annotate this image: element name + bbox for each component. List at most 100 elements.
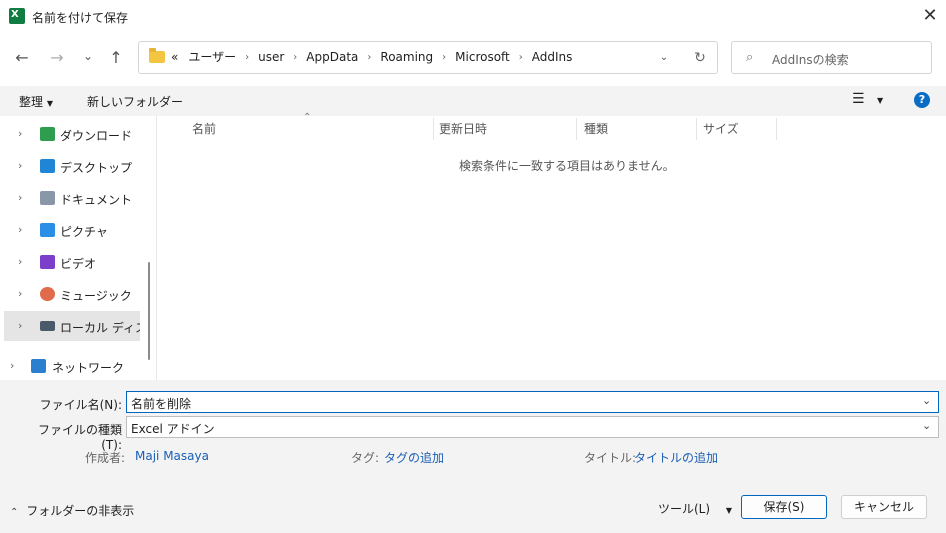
expand-chevron-icon[interactable]: › — [18, 127, 22, 140]
breadcrumb-users[interactable]: ユーザー — [183, 42, 241, 73]
search-box[interactable]: ⌕ AddInsの検索 — [731, 41, 932, 74]
sidebar-scrollbar[interactable] — [145, 116, 156, 380]
close-icon[interactable]: ✕ — [918, 4, 942, 28]
filetype-label: ファイルの種類(T): — [37, 423, 122, 452]
expand-chevron-icon[interactable]: › — [18, 159, 22, 172]
column-divider[interactable] — [696, 118, 697, 140]
up-arrow-icon[interactable]: ↑ — [104, 46, 128, 70]
title-bar: 名前を付けて保存 ✕ — [0, 0, 946, 33]
filename-dropdown-chevron-icon[interactable]: ⌄ — [922, 394, 931, 407]
breadcrumb-overflow[interactable]: « — [169, 42, 183, 73]
address-dropdown-chevron-icon[interactable]: ⌄ — [654, 48, 674, 68]
view-dropdown-arrow-icon[interactable]: ▼ — [877, 96, 883, 105]
pane-divider[interactable] — [156, 116, 157, 380]
expand-chevron-icon[interactable]: › — [10, 359, 14, 372]
author-value[interactable]: Maji Masaya — [135, 449, 209, 463]
chevron-right-icon[interactable]: › — [241, 42, 253, 73]
breadcrumb: « ユーザー › user › AppData › Roaming › Micr… — [169, 42, 577, 73]
filetype-select[interactable]: Excel アドイン ⌄ — [126, 416, 939, 438]
tools-menu-button[interactable]: ツール(L) ▼ — [658, 500, 732, 517]
command-toolbar: 整理 ▼ 新しいフォルダー ☰ ▼ ? — [0, 86, 946, 116]
column-divider[interactable] — [776, 118, 777, 140]
sidebar-item-downloads[interactable]: › ダウンロード — [0, 119, 141, 149]
documents-icon — [40, 191, 55, 205]
chevron-right-icon[interactable]: › — [289, 42, 301, 73]
breadcrumb-roaming[interactable]: Roaming — [375, 42, 438, 73]
tags-add-link[interactable]: タグの追加 — [384, 449, 444, 466]
dropdown-arrow-icon: ▼ — [725, 506, 733, 515]
search-input[interactable]: AddInsの検索 — [772, 51, 849, 68]
help-icon[interactable]: ? — [914, 92, 930, 108]
refresh-icon[interactable]: ↻ — [689, 47, 711, 69]
view-options-icon[interactable]: ☰ — [852, 91, 865, 107]
forward-arrow-icon[interactable]: → — [45, 46, 69, 70]
filename-field[interactable]: 名前を削除 ⌄ — [126, 391, 939, 413]
column-header-name[interactable]: 名前 — [192, 116, 216, 142]
recent-locations-chevron-icon[interactable]: ⌄ — [76, 44, 100, 68]
search-icon: ⌕ — [746, 50, 754, 65]
expand-chevron-icon[interactable]: › — [18, 287, 22, 300]
breadcrumb-user[interactable]: user — [253, 42, 289, 73]
navigation-pane: › ダウンロード › デスクトップ › ドキュメント › ピクチャ › ビデオ … — [0, 116, 141, 380]
filetype-dropdown-chevron-icon[interactable]: ⌄ — [922, 419, 931, 432]
hide-folders-toggle[interactable]: ⌃ フォルダーの非表示 — [10, 502, 134, 519]
tools-label: ツール(L) — [658, 502, 711, 516]
author-label: 作成者: — [85, 451, 126, 465]
sidebar-item-videos[interactable]: › ビデオ — [0, 247, 141, 277]
organize-label: 整理 — [19, 95, 44, 109]
save-button[interactable]: 保存(S) — [741, 495, 827, 519]
local-disk-icon — [40, 321, 55, 331]
column-divider[interactable] — [433, 118, 434, 140]
column-divider[interactable] — [576, 118, 577, 140]
sidebar-item-documents[interactable]: › ドキュメント — [0, 183, 141, 213]
sidebar-item-desktop[interactable]: › デスクトップ — [0, 151, 141, 181]
sort-ascending-icon: ⌃ — [303, 112, 312, 123]
expand-chevron-icon[interactable]: › — [18, 191, 22, 204]
chevron-right-icon[interactable]: › — [363, 42, 375, 73]
chevron-right-icon[interactable]: › — [438, 42, 450, 73]
excel-app-icon — [9, 8, 25, 24]
breadcrumb-addins[interactable]: AddIns — [527, 42, 578, 73]
empty-list-message: 検索条件に一致する項目はありません。 — [459, 159, 675, 173]
sidebar-item-label: ミュージック — [60, 289, 132, 303]
title-add-link[interactable]: タイトルの追加 — [634, 449, 718, 466]
breadcrumb-microsoft[interactable]: Microsoft — [450, 42, 515, 73]
dropdown-arrow-icon: ▼ — [46, 99, 53, 108]
address-bar[interactable]: « ユーザー › user › AppData › Roaming › Micr… — [138, 41, 718, 74]
back-arrow-icon[interactable]: ← — [10, 46, 34, 70]
cancel-button[interactable]: キャンセル — [841, 495, 927, 519]
expand-chevron-icon[interactable]: › — [18, 255, 22, 268]
sidebar-item-pictures[interactable]: › ピクチャ — [0, 215, 141, 245]
column-header-size[interactable]: サイズ — [703, 116, 739, 142]
tags-label: タグ: — [351, 451, 380, 465]
folder-icon — [149, 48, 165, 63]
filetype-value: Excel アドイン — [131, 422, 215, 436]
download-icon — [40, 127, 55, 141]
breadcrumb-appdata[interactable]: AppData — [301, 42, 363, 73]
column-header-modified[interactable]: 更新日時 — [439, 116, 487, 142]
sidebar-item-music[interactable]: › ミュージック — [0, 279, 141, 309]
sidebar-item-local-disk[interactable]: › ローカル ディスク ( — [4, 311, 140, 341]
filename-input[interactable]: 名前を削除 — [131, 395, 191, 412]
window-title: 名前を付けて保存 — [32, 11, 129, 25]
sidebar-item-label: ドキュメント — [60, 193, 133, 207]
hide-folders-label: フォルダーの非表示 — [26, 504, 135, 518]
sidebar-item-label: ピクチャ — [60, 225, 108, 239]
column-header-type[interactable]: 種類 — [584, 116, 608, 142]
network-icon — [31, 359, 46, 373]
organize-button[interactable]: 整理 ▼ — [19, 93, 53, 110]
expand-chevron-icon[interactable]: › — [18, 223, 22, 236]
expand-chevron-icon[interactable]: › — [18, 319, 22, 332]
sidebar-item-network[interactable]: › ネットワーク — [0, 351, 141, 381]
sidebar-scrollbar-thumb[interactable] — [148, 262, 150, 360]
title-label: タイトル: — [584, 451, 637, 465]
sidebar-item-label: ローカル ディスク ( — [60, 321, 140, 335]
sidebar-item-label: ダウンロード — [60, 129, 133, 143]
new-folder-button[interactable]: 新しいフォルダー — [87, 93, 183, 110]
chevron-up-icon: ⌃ — [10, 507, 19, 518]
videos-icon — [40, 255, 55, 269]
pictures-icon — [40, 223, 55, 237]
chevron-right-icon[interactable]: › — [515, 42, 527, 73]
desktop-icon — [40, 159, 55, 173]
sidebar-item-label: デスクトップ — [60, 161, 133, 175]
